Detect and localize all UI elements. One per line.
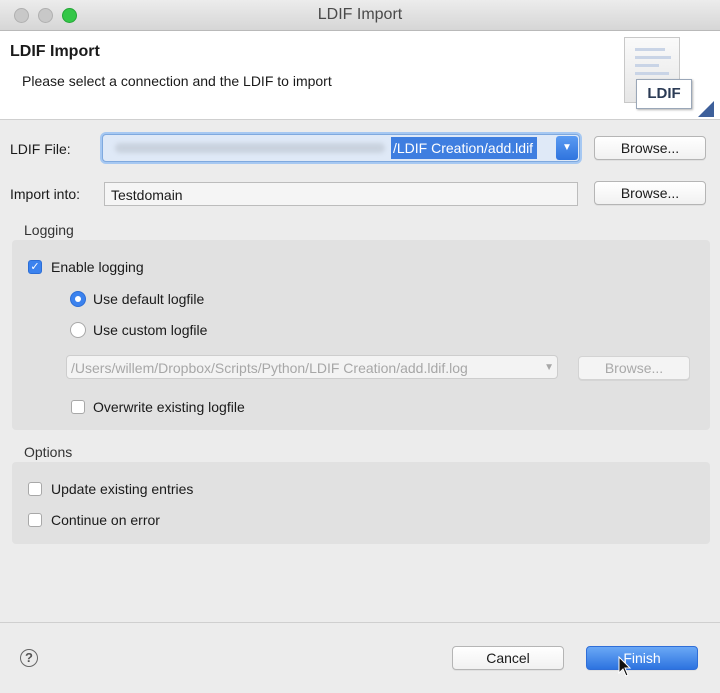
default-logfile-radio[interactable] (70, 291, 86, 307)
cancel-button[interactable]: Cancel (452, 646, 564, 670)
finish-button[interactable]: Finish (586, 646, 698, 670)
overwrite-logfile-label: Overwrite existing logfile (93, 399, 245, 415)
options-group (12, 462, 710, 544)
ldif-import-dialog: LDIF Import LDIF Import Please select a … (0, 0, 720, 693)
mouse-cursor-icon (618, 656, 632, 677)
chevron-down-icon[interactable]: ▼ (556, 136, 578, 160)
continue-on-error-checkbox[interactable] (28, 513, 42, 527)
ldif-badge: LDIF (636, 79, 692, 109)
update-entries-label: Update existing entries (51, 481, 194, 497)
custom-logfile-radio[interactable] (70, 322, 86, 338)
ldif-file-combo[interactable]: /LDIF Creation/add.ldif ▼ (102, 134, 580, 162)
chevron-down-icon: ▼ (544, 362, 554, 373)
logging-title: Logging (24, 222, 74, 238)
default-logfile-label: Use default logfile (93, 291, 205, 307)
title-bar: LDIF Import (0, 0, 720, 31)
import-into-field[interactable]: Testdomain (104, 182, 578, 206)
dialog-header: LDIF Import Please select a connection a… (0, 31, 720, 120)
corner-decoration (698, 101, 714, 117)
ldif-file-value: /LDIF Creation/add.ldif (391, 137, 538, 159)
update-entries-checkbox[interactable] (28, 482, 42, 496)
enable-logging-checkbox[interactable]: ✓ (28, 260, 42, 274)
logfile-path-combo[interactable]: /Users/willem/Dropbox/Scripts/Python/LDI… (66, 355, 558, 379)
enable-logging-label: Enable logging (51, 259, 144, 275)
help-icon[interactable]: ? (20, 649, 38, 667)
custom-logfile-label: Use custom logfile (93, 322, 208, 338)
overwrite-logfile-checkbox[interactable] (71, 400, 85, 414)
logfile-browse-button[interactable]: Browse... (578, 356, 690, 380)
footer-divider (0, 622, 720, 623)
dialog-subtitle: Please select a connection and the LDIF … (22, 73, 332, 89)
dialog-title: LDIF Import (10, 43, 100, 60)
logfile-path-value: /Users/willem/Dropbox/Scripts/Python/LDI… (71, 360, 468, 376)
blurred-path (115, 143, 385, 153)
options-title: Options (24, 444, 73, 460)
import-into-label: Import into: (10, 186, 81, 202)
import-into-browse-button[interactable]: Browse... (594, 181, 706, 205)
window-title: LDIF Import (317, 6, 403, 23)
ldif-file-browse-button[interactable]: Browse... (594, 136, 706, 160)
continue-on-error-label: Continue on error (51, 512, 160, 528)
ldif-document-icon: LDIF (622, 35, 714, 117)
ldif-file-label: LDIF File: (10, 141, 71, 157)
